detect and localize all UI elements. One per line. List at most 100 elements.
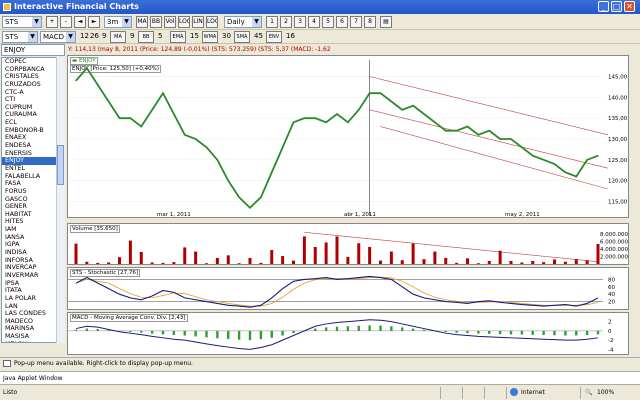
symbol-list-item[interactable]: LAN	[2, 303, 64, 311]
volume-bar	[107, 262, 111, 264]
toolbar-button-8[interactable]: 2	[280, 16, 292, 28]
scrollbar-thumb[interactable]	[57, 145, 64, 185]
symbol-list-item[interactable]: ENJOY	[2, 157, 64, 165]
ma-toggle-button[interactable]: MA	[110, 31, 126, 43]
symbol-list-item[interactable]: CRISTALES	[2, 73, 64, 81]
symbol-list-item[interactable]: INVERCAP	[2, 264, 64, 272]
symbol-list-item[interactable]: IAM	[2, 226, 64, 234]
toolbar-button-9[interactable]: 3	[294, 16, 306, 28]
symbol-list-item[interactable]: LAS CONDES	[2, 310, 64, 318]
symbol-list-item[interactable]: MELON	[2, 341, 64, 342]
symbol-list-item[interactable]: LA POLAR	[2, 295, 64, 303]
symbol-list-item[interactable]: CUPRUM	[2, 104, 64, 112]
symbol-list-item[interactable]: ENDESA	[2, 142, 64, 150]
macd-param-3[interactable]: 9	[102, 32, 106, 40]
symbol-list-item[interactable]: IPSA	[2, 280, 64, 288]
symbol-list-item[interactable]: FALABELLA	[2, 173, 64, 181]
scroll-right-button[interactable]: ►	[88, 16, 100, 28]
symbol-list-item[interactable]: CTC-A	[2, 89, 64, 97]
symbol-list-item[interactable]: MADECO	[2, 318, 64, 326]
symbol-search-input[interactable]: ENJOY	[1, 44, 65, 56]
indicator-select[interactable]: MACD ▼	[40, 31, 76, 43]
toolbar-button-14[interactable]: 8	[364, 16, 376, 28]
toolbar-button-6[interactable]: LOG	[206, 16, 218, 28]
volume-bar	[389, 251, 393, 264]
y-tick-label: 2	[608, 320, 612, 326]
symbol-list-item[interactable]: INFORSA	[2, 257, 64, 265]
macd-histogram-bar	[324, 327, 328, 331]
toolbar-button-1[interactable]: MA	[136, 16, 148, 28]
symbol-list-item[interactable]: ENTEL	[2, 165, 64, 173]
symbol-list-item[interactable]: CORPBANCA	[2, 66, 64, 74]
ema-toggle-button[interactable]: EMA	[170, 31, 186, 43]
zoom-out-button[interactable]: -	[60, 16, 72, 28]
wma-toggle-button[interactable]: WMA	[202, 31, 218, 43]
symbol-list-item[interactable]: ECL	[2, 119, 64, 127]
env-toggle-button[interactable]: ENV	[266, 31, 282, 43]
symbol-list-item[interactable]: IANSA	[2, 234, 64, 242]
ma-value-2[interactable]: 5	[158, 32, 162, 40]
toolbar-button-13[interactable]: 7	[350, 16, 362, 28]
symbol-list-item[interactable]: CRUZADOS	[2, 81, 64, 89]
toolbar-button-12[interactable]: 6	[336, 16, 348, 28]
symbol-list-item[interactable]: ITATA	[2, 287, 64, 295]
price-point	[86, 67, 88, 69]
volume-bar	[215, 257, 219, 264]
macd-panel[interactable]: 2 0 -2 -4 MACD - Moving Average Conv. Div. …	[67, 312, 629, 355]
y-tick-label: 80	[608, 277, 615, 283]
volume-bar	[150, 262, 154, 264]
volume-panel[interactable]: 8.000.000 6.000.000 4.000.000 2.000.000 Vol…	[67, 223, 629, 265]
symbol-list-item[interactable]: MASISA	[2, 333, 64, 341]
symbol-list-item[interactable]: FASA	[2, 180, 64, 188]
symbol-list-item[interactable]: FORUS	[2, 188, 64, 196]
ma-value-3[interactable]: 15	[190, 32, 199, 40]
symbol-list-item[interactable]: GENER	[2, 203, 64, 211]
symbol-list-item[interactable]: COPEC	[2, 58, 64, 66]
toolbar-button-2[interactable]: BB	[150, 16, 162, 28]
symbol-list-item[interactable]: CTI	[2, 96, 64, 104]
maximize-button[interactable]: □	[611, 1, 622, 12]
symbol-list-item[interactable]: HITES	[2, 218, 64, 226]
close-button[interactable]: ✕	[624, 1, 635, 12]
sma-toggle-button[interactable]: SMA	[234, 31, 250, 43]
ma-value-6[interactable]: 16	[286, 32, 295, 40]
symbol-list-item[interactable]: CURAUMA	[2, 111, 64, 119]
macd-histogram-bar	[368, 325, 371, 331]
zoom-segment[interactable]: 🔍 100%	[580, 387, 638, 399]
toolbar-button-4[interactable]: LOG	[178, 16, 190, 28]
zoom-in-button[interactable]: +	[46, 16, 58, 28]
symbol-list-item[interactable]: INVERMAR	[2, 272, 64, 280]
toolbar-button-3[interactable]: Vol	[164, 16, 176, 28]
bb-toggle-button[interactable]: BB	[138, 31, 154, 43]
symbol-select-2[interactable]: STS ▼	[2, 31, 38, 43]
symbol-list-item[interactable]: IGPA	[2, 241, 64, 249]
symbol-list-item[interactable]: HABITAT	[2, 211, 64, 219]
symbol-list-item[interactable]: GASCO	[2, 196, 64, 204]
symbol-list-item[interactable]: ENERSIS	[2, 150, 64, 158]
symbol-list-scrollbar[interactable]	[56, 57, 65, 343]
ma-value-1[interactable]: 9	[130, 32, 134, 40]
period-select[interactable]: Daily ▼	[224, 16, 262, 28]
scroll-left-button[interactable]: ◄	[74, 16, 86, 28]
symbol-list-item[interactable]: INDISA	[2, 249, 64, 257]
symbol-list-item[interactable]: EMBONOR-B	[2, 127, 64, 135]
macd-param-2[interactable]: 26	[90, 32, 99, 40]
price-line	[75, 66, 599, 209]
minimize-button[interactable]: _	[598, 1, 609, 12]
toolbar-button-5[interactable]: LIN	[192, 16, 204, 28]
toolbar-button-7[interactable]: 1	[266, 16, 278, 28]
symbol-select[interactable]: STS ▼	[2, 16, 42, 28]
ma-value-5[interactable]: 45	[254, 32, 263, 40]
price-panel[interactable]: ▬ ENJOY ENJOY [Price: 125,50] (+0,40%) 1…	[67, 55, 629, 218]
ma-value-4[interactable]: 30	[222, 32, 231, 40]
stochastic-panel[interactable]: 80 60 40 20 STS - Stochastic [27,76]	[67, 267, 629, 310]
macd-param-1[interactable]: 12	[80, 32, 89, 40]
price-point	[195, 138, 197, 140]
print-button[interactable]: ▤	[380, 16, 392, 28]
symbol-list-item[interactable]: MARINSA	[2, 325, 64, 333]
symbol-list-item[interactable]: ENAEX	[2, 134, 64, 142]
range-select[interactable]: 3m ▼	[104, 16, 132, 28]
volume-bar	[335, 236, 339, 264]
toolbar-button-11[interactable]: 5	[322, 16, 334, 28]
toolbar-button-10[interactable]: 4	[308, 16, 320, 28]
